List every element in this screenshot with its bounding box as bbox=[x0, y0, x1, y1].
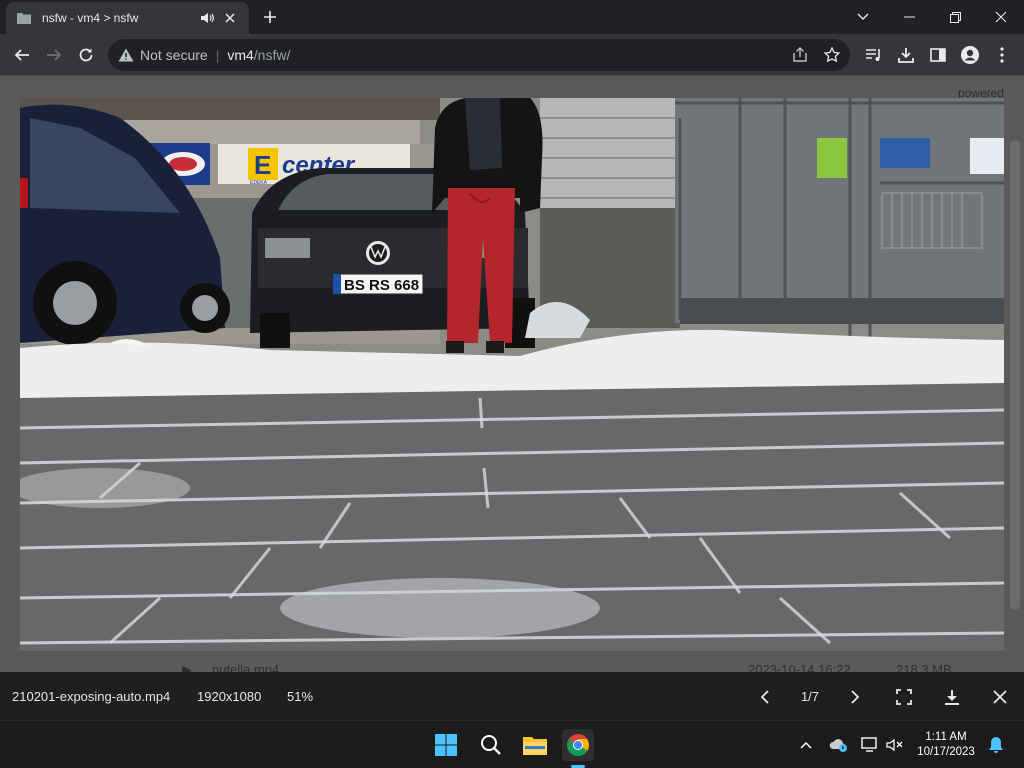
fullscreen-icon[interactable] bbox=[891, 684, 917, 710]
clock-time: 1:11 AM bbox=[925, 731, 967, 743]
address-bar[interactable]: Not secure | vm4 /nsfw/ bbox=[108, 39, 850, 71]
security-label[interactable]: Not secure bbox=[140, 47, 208, 63]
viewer-filename: 210201-exposing-auto.mp4 bbox=[12, 689, 171, 704]
folder-icon bbox=[16, 10, 32, 26]
minimize-button[interactable] bbox=[886, 0, 932, 34]
menu-kebab-icon[interactable] bbox=[988, 41, 1016, 69]
star-icon[interactable] bbox=[820, 43, 844, 67]
close-viewer-icon[interactable] bbox=[987, 684, 1013, 710]
speaker-icon[interactable] bbox=[199, 9, 217, 27]
tab-search-icon[interactable] bbox=[840, 0, 886, 34]
clock-date: 10/17/2023 bbox=[917, 746, 975, 758]
download-file-icon[interactable] bbox=[939, 684, 965, 710]
tab-strip: nsfw - vm4 > nsfw bbox=[0, 0, 1024, 34]
search-icon[interactable] bbox=[475, 729, 507, 761]
page-content: powered ▶ nutella.mp4 2023-10-14 16:22 2… bbox=[0, 76, 1024, 672]
chevron-up-icon[interactable] bbox=[796, 735, 816, 755]
forward-button[interactable] bbox=[40, 41, 68, 69]
new-tab-button[interactable] bbox=[259, 6, 281, 28]
windows-start-icon[interactable] bbox=[430, 729, 462, 761]
page-scrollbar[interactable] bbox=[1010, 140, 1020, 610]
url-host: vm4 bbox=[227, 47, 254, 63]
reload-button[interactable] bbox=[72, 41, 100, 69]
file-row-name[interactable]: nutella.mp4 bbox=[212, 662, 279, 672]
svg-text:E: E bbox=[254, 150, 271, 180]
store-sign-brand: EDEKA bbox=[250, 180, 268, 186]
next-icon[interactable] bbox=[842, 684, 868, 710]
tab-active[interactable]: nsfw - vm4 > nsfw bbox=[6, 2, 249, 34]
notification-bell-icon[interactable] bbox=[986, 735, 1006, 755]
file-row-size: 218.3 MB bbox=[896, 662, 952, 672]
onedrive-icon[interactable] bbox=[829, 735, 849, 755]
close-window-button[interactable] bbox=[978, 0, 1024, 34]
license-plate: BS RS 668 bbox=[344, 277, 419, 294]
warning-icon[interactable] bbox=[118, 48, 134, 62]
back-button[interactable] bbox=[8, 41, 36, 69]
volume-muted-icon[interactable] bbox=[885, 735, 905, 755]
url-path: /nsfw/ bbox=[253, 47, 291, 63]
viewer-resolution: 1920x1080 bbox=[197, 689, 262, 704]
network-icon[interactable] bbox=[860, 735, 880, 755]
browser-toolbar: Not secure | vm4 /nsfw/ bbox=[0, 34, 1024, 76]
viewer-counter: 1/7 bbox=[800, 689, 820, 704]
media-preview-image: E center EDEKA BS RS 668 bbox=[20, 98, 1004, 651]
file-explorer-icon[interactable] bbox=[519, 729, 551, 761]
screen: nsfw - vm4 > nsfw Not secure | vm4 /nsfw… bbox=[0, 0, 1024, 768]
restore-button[interactable] bbox=[932, 0, 978, 34]
download-icon[interactable] bbox=[892, 41, 920, 69]
media-viewer-bar: 210201-exposing-auto.mp4 1920x1080 51% 1… bbox=[0, 672, 1024, 720]
taskbar: 1:11 AM 10/17/2023 bbox=[0, 720, 1024, 768]
tab-title: nsfw - vm4 > nsfw bbox=[42, 11, 139, 25]
file-row-date: 2023-10-14 16:22 bbox=[748, 662, 851, 672]
side-panel-icon[interactable] bbox=[924, 41, 952, 69]
close-tab-icon[interactable] bbox=[221, 9, 239, 27]
previous-icon[interactable] bbox=[752, 684, 778, 710]
share-icon[interactable] bbox=[788, 43, 812, 67]
viewer-zoom[interactable]: 51% bbox=[287, 689, 313, 704]
profile-avatar-icon[interactable] bbox=[956, 41, 984, 69]
media-control-icon[interactable] bbox=[860, 41, 888, 69]
chrome-icon[interactable] bbox=[562, 729, 594, 761]
system-clock[interactable]: 1:11 AM 10/17/2023 bbox=[913, 730, 979, 760]
omnibox-separator: | bbox=[215, 47, 220, 63]
file-row-play-icon: ▶ bbox=[182, 662, 192, 672]
